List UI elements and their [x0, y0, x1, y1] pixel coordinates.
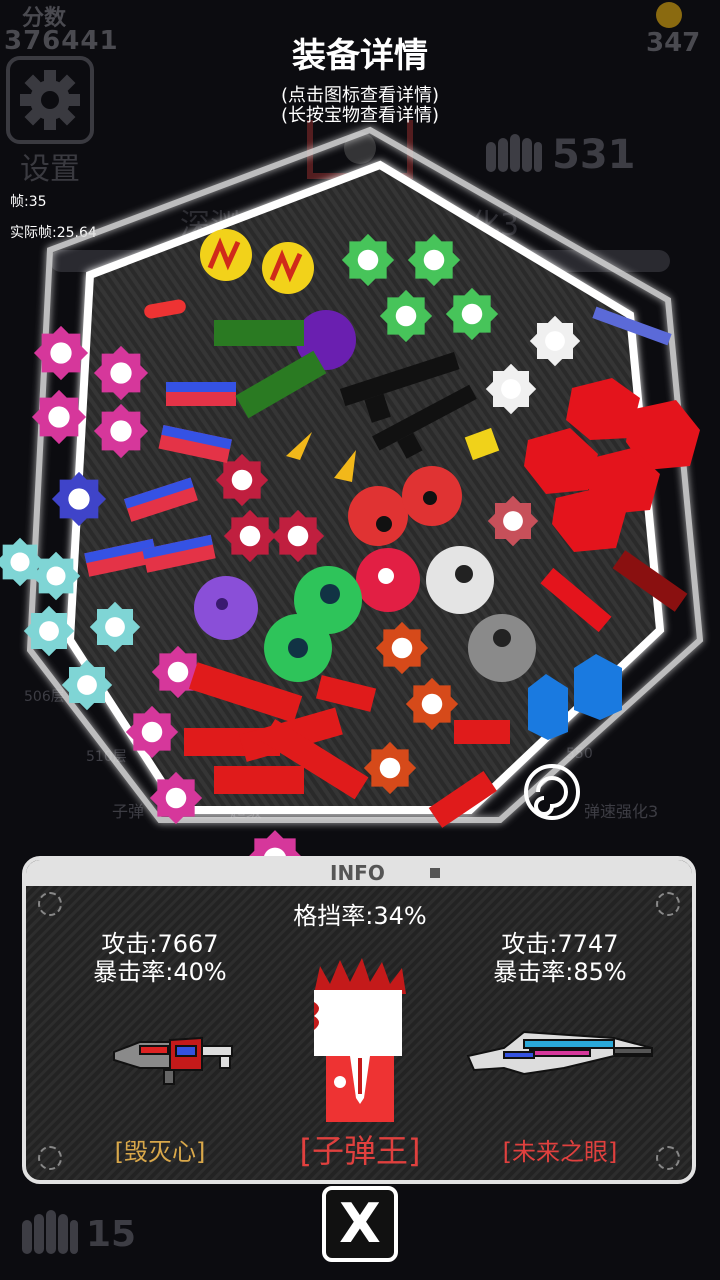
orange-gear-item[interactable]	[405, 677, 459, 731]
right-weapon-icon[interactable]	[464, 1022, 656, 1082]
green-gear-item[interactable]	[379, 289, 433, 343]
green-gear-item[interactable]	[341, 233, 395, 287]
pink-gear-item[interactable]	[149, 771, 203, 825]
crimson-gear-item[interactable]	[271, 509, 325, 563]
teal-gear-item[interactable]	[31, 551, 81, 601]
white-gear-item[interactable]	[529, 315, 581, 367]
info-header: INFO	[26, 860, 692, 886]
info-header-dot	[430, 868, 440, 878]
yellow-medal-item[interactable]	[262, 242, 314, 294]
hint-hold-item: (长按宝物查看详情)	[280, 105, 440, 126]
teal-gear-item[interactable]	[61, 659, 113, 711]
blue-gear-item[interactable]	[51, 471, 107, 527]
right-weapon-attack: 攻击:7747	[501, 930, 619, 958]
red-eye-item	[348, 486, 408, 546]
character-name: [子弹王]	[299, 1132, 421, 1170]
green-gear-item[interactable]	[445, 287, 499, 341]
teal-gear-item[interactable]	[89, 601, 141, 653]
orange-gear-item[interactable]	[363, 741, 417, 795]
left-weapon-icon[interactable]	[110, 1030, 240, 1086]
screw-icon	[38, 1146, 62, 1170]
right-weapon-crit: 暴击率:85%	[493, 958, 627, 986]
treasure-collection	[0, 120, 704, 880]
left-weapon-crit: 暴击率:40%	[93, 958, 227, 986]
left-weapon-attack: 攻击:7667	[101, 930, 219, 958]
green-gear-item[interactable]	[407, 233, 461, 287]
pink-gear-item[interactable]	[33, 325, 89, 381]
close-button[interactable]: X	[322, 1186, 398, 1262]
block-rate: 格挡率:34%	[293, 902, 427, 930]
right-weapon-name: [未来之眼]	[502, 1138, 618, 1166]
yellow-medal-item[interactable]	[200, 229, 252, 281]
pink-gear-item[interactable]	[93, 403, 149, 459]
close-icon: X	[339, 1192, 381, 1255]
white-gear-item[interactable]	[485, 363, 537, 415]
pink-gear-item[interactable]	[93, 345, 149, 401]
coin-icon	[656, 2, 682, 28]
gray-eye-item	[468, 614, 536, 682]
rose-gear-item[interactable]	[487, 495, 539, 547]
bottom-ammo-count: 15	[86, 1214, 137, 1255]
pink-gear-item[interactable]	[125, 705, 179, 759]
left-weapon-name: [毁灭心]	[114, 1138, 206, 1166]
pink-gear-item[interactable]	[31, 389, 87, 445]
info-header-title: INFO	[330, 861, 385, 885]
ammo-icon	[22, 1210, 78, 1254]
hint-tap-icon: (点击图标查看详情)	[280, 85, 440, 106]
orange-gear-item[interactable]	[375, 621, 429, 675]
character-avatar[interactable]	[306, 958, 414, 1128]
crimson-gear-item[interactable]	[223, 509, 277, 563]
dialog-title: 装备详情	[292, 36, 428, 76]
teal-gear-item[interactable]	[23, 605, 75, 657]
